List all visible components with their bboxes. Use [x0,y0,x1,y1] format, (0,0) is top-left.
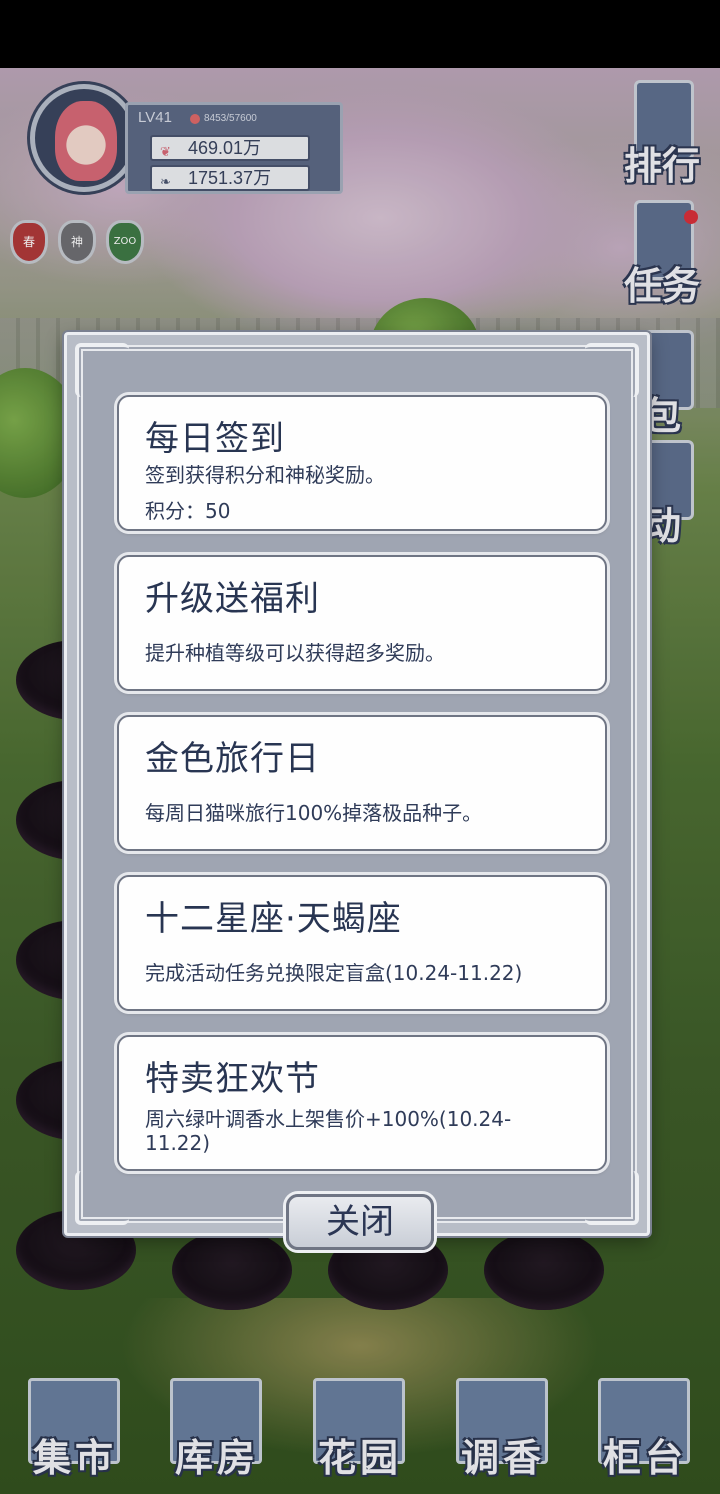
close-button[interactable]: 关闭 [286,1194,434,1250]
event-description: 周六绿叶调香水上架售价+100%(10.24-11.22) [145,1107,512,1155]
event-description: 每周日猫咪旅行100%掉落极品种子。 [145,801,483,825]
event-title: 金色旅行日 [145,739,320,779]
ornament-corner [75,1171,129,1225]
ornament-corner [585,1171,639,1225]
event-card-daily-checkin[interactable]: 每日签到 签到获得积分和神秘奖励。 积分：50 [117,395,607,531]
event-card-golden-travel[interactable]: 金色旅行日 每周日猫咪旅行100%掉落极品种子。 [117,715,607,851]
event-description: 完成活动任务兑换限定盲盒(10.24-11.22) [145,961,523,985]
event-title: 特卖狂欢节 [145,1059,320,1099]
event-title: 升级送福利 [145,579,320,619]
event-description: 签到获得积分和神秘奖励。 [145,463,385,487]
ornament-corner [75,343,129,397]
event-title: 十二星座·天蝎座 [145,899,402,939]
event-description: 提升种植等级可以获得超多奖励。 [145,641,445,665]
ornament-corner [585,343,639,397]
event-card-zodiac-scorpio[interactable]: 十二星座·天蝎座 完成活动任务兑换限定盲盒(10.24-11.22) [117,875,607,1011]
event-title: 每日签到 [145,419,285,459]
event-card-sale-carnival[interactable]: 特卖狂欢节 周六绿叶调香水上架售价+100%(10.24-11.22) [117,1035,607,1171]
events-dialog: 每日签到 签到获得积分和神秘奖励。 积分：50 升级送福利 提升种植等级可以获得… [64,332,650,1236]
event-points: 积分：50 [145,499,231,523]
event-card-level-up[interactable]: 升级送福利 提升种植等级可以获得超多奖励。 [117,555,607,691]
